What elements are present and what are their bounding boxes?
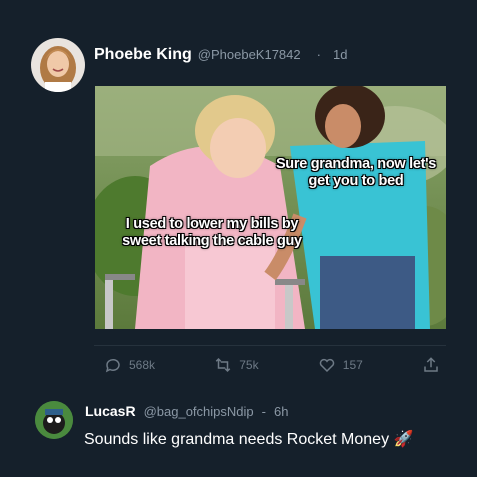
reply-button[interactable]: 568k bbox=[104, 356, 155, 374]
like-button[interactable]: 157 bbox=[318, 356, 363, 374]
tweet-header: Phoebe King @PhoebeK17842 · 1d bbox=[94, 46, 347, 64]
author-avatar[interactable] bbox=[31, 38, 85, 92]
author-handle[interactable]: @PhoebeK17842 bbox=[198, 47, 301, 62]
meme-caption-left: I used to lower my bills by sweet talkin… bbox=[122, 216, 302, 249]
like-count: 157 bbox=[342, 358, 363, 372]
retweet-button[interactable]: 75k bbox=[214, 356, 259, 374]
tweet-time[interactable]: 1d bbox=[333, 47, 347, 62]
reply-time[interactable]: 6h bbox=[274, 404, 288, 419]
reply-icon bbox=[104, 356, 122, 374]
meme-caption-top: Sure grandma, now let's get you to bed bbox=[275, 156, 437, 189]
separator-dot: · bbox=[316, 47, 321, 62]
tweet-media[interactable]: Sure grandma, now let's get you to bed I… bbox=[95, 86, 446, 329]
author-name[interactable]: Phoebe King bbox=[94, 46, 192, 64]
share-button[interactable] bbox=[422, 356, 440, 374]
reply-text: Sounds like grandma needs Rocket Money 🚀 bbox=[84, 431, 414, 448]
reply-author-name[interactable]: LucasR bbox=[85, 403, 136, 419]
divider bbox=[94, 345, 446, 346]
reply-header: LucasR @bag_ofchipsNdip - 6h bbox=[85, 403, 288, 419]
reply-avatar[interactable] bbox=[35, 401, 73, 439]
like-icon bbox=[318, 356, 336, 374]
tweet-actions: 568k 75k 157 bbox=[104, 356, 440, 374]
reply-count: 568k bbox=[129, 358, 156, 372]
share-icon bbox=[422, 356, 440, 374]
reply-author-handle[interactable]: @bag_ofchipsNdip bbox=[144, 404, 254, 419]
meme-image bbox=[95, 86, 446, 329]
reply-separator: - bbox=[261, 404, 266, 419]
retweet-icon bbox=[214, 356, 232, 374]
retweet-count: 75k bbox=[239, 358, 259, 372]
